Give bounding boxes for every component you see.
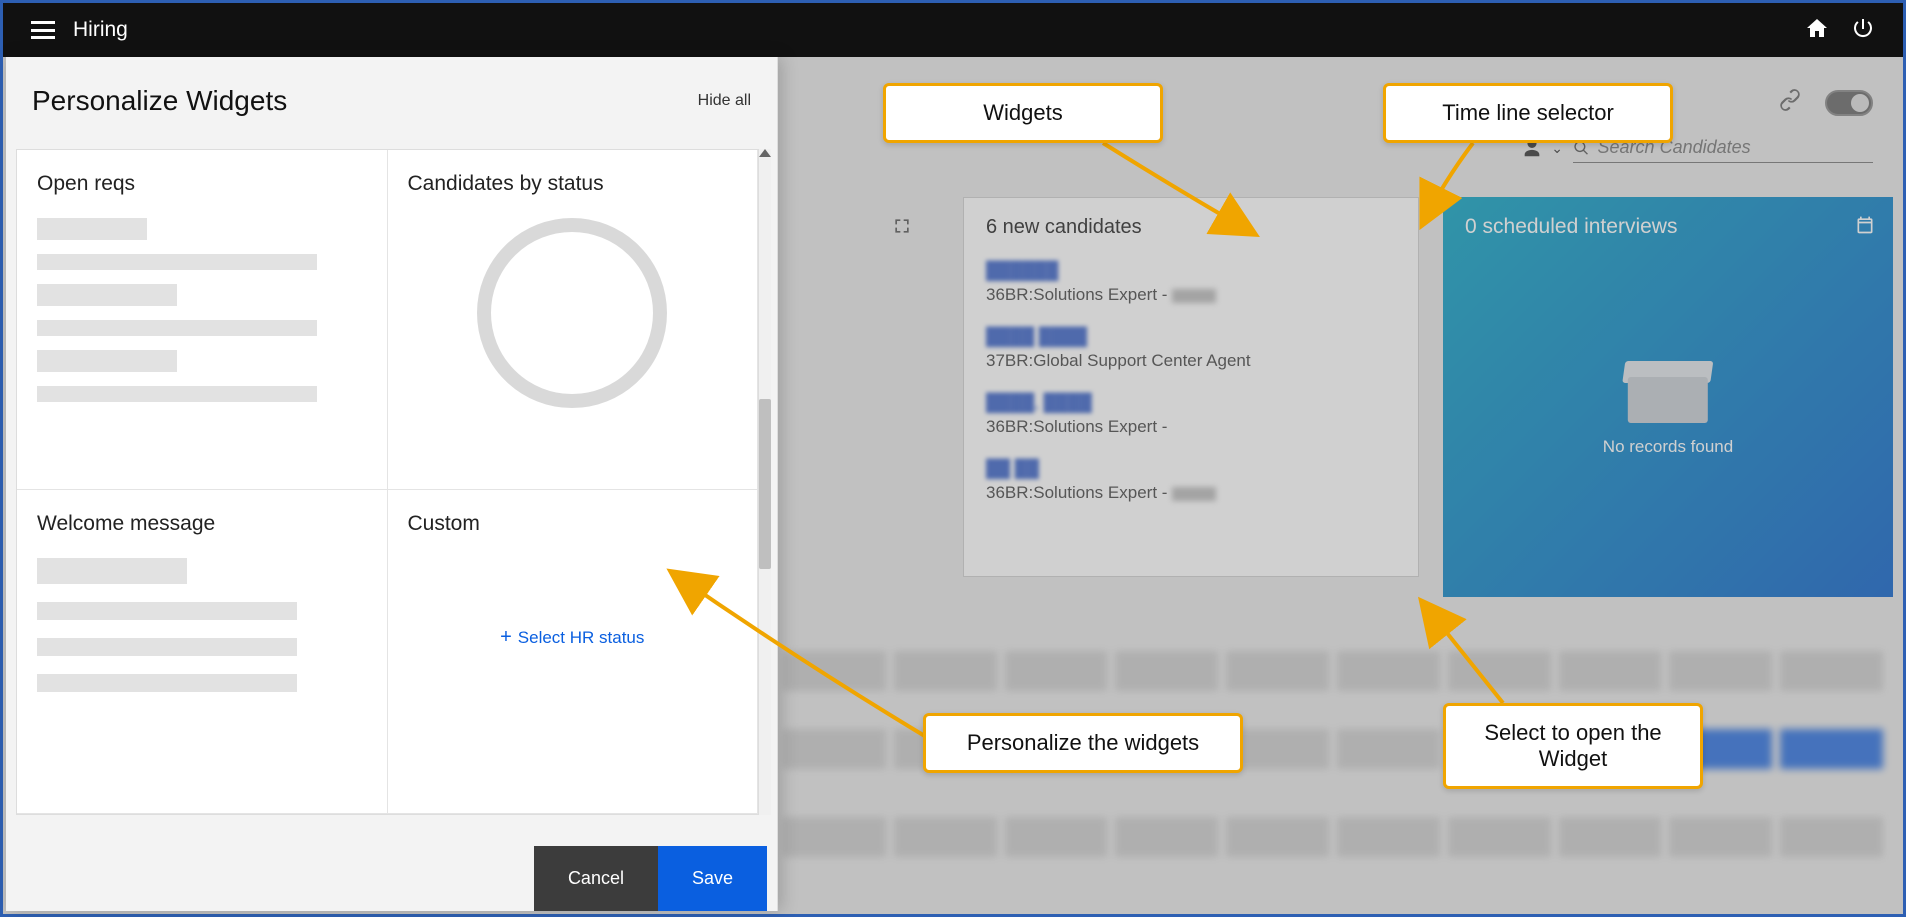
expand-icon[interactable] (892, 216, 912, 241)
calendar-icon[interactable] (1855, 215, 1875, 240)
blurred-row (783, 817, 1883, 857)
candidate-row[interactable]: ██████36BR:Solutions Expert - (986, 261, 1396, 305)
widget-title: 0 scheduled interviews (1465, 215, 1871, 239)
modal-title: Personalize Widgets (32, 85, 287, 117)
select-hr-status-link[interactable]: +Select HR status (408, 626, 738, 649)
link-icon[interactable] (1777, 87, 1803, 118)
personalize-widgets-panel: Personalize Widgets Hide all Open reqs C… (6, 57, 778, 911)
donut-placeholder-icon (477, 218, 667, 408)
empty-state: No records found (1603, 367, 1733, 457)
empty-box-icon (1628, 367, 1708, 421)
power-icon[interactable] (1851, 16, 1875, 45)
widget-title: 6 new candidates (986, 216, 1396, 239)
widget-new-candidates: 6 new candidates ██████36BR:Solutions Ex… (963, 197, 1419, 577)
widget-tile-candidates-by-status[interactable]: Candidates by status (388, 150, 759, 490)
widget-scheduled-interviews: 0 scheduled interviews No records found (1443, 197, 1893, 597)
home-icon[interactable] (1805, 16, 1829, 45)
plus-icon: + (500, 626, 512, 648)
tile-title: Candidates by status (408, 172, 738, 196)
callout-personalize: Personalize the widgets (923, 713, 1243, 773)
tile-title: Welcome message (37, 512, 367, 536)
candidate-row[interactable]: ████ ████37BR:Global Support Center Agen… (986, 327, 1396, 371)
topbar: Hiring (3, 3, 1903, 57)
app-title: Hiring (73, 18, 128, 42)
save-button[interactable]: Save (658, 846, 767, 911)
callout-timeline: Time line selector (1383, 83, 1673, 143)
tile-title: Open reqs (37, 172, 367, 196)
widget-tile-welcome-message[interactable]: Welcome message (17, 490, 388, 814)
widget-tile-custom[interactable]: Custom +Select HR status (388, 490, 759, 814)
cancel-button[interactable]: Cancel (534, 846, 658, 911)
scrollbar[interactable] (759, 149, 771, 815)
blurred-row (783, 651, 1883, 691)
callout-open-widget: Select to open the Widget (1443, 703, 1703, 789)
toggle-switch[interactable] (1825, 90, 1873, 116)
widget-tile-open-reqs[interactable]: Open reqs (17, 150, 388, 490)
hide-all-link[interactable]: Hide all (698, 92, 751, 110)
callout-widgets: Widgets (883, 83, 1163, 143)
candidate-row[interactable]: ████, ████36BR:Solutions Expert - (986, 393, 1396, 437)
hamburger-icon[interactable] (31, 21, 55, 39)
candidate-row[interactable]: ██ ██36BR:Solutions Expert - (986, 459, 1396, 503)
tile-title: Custom (408, 512, 738, 536)
